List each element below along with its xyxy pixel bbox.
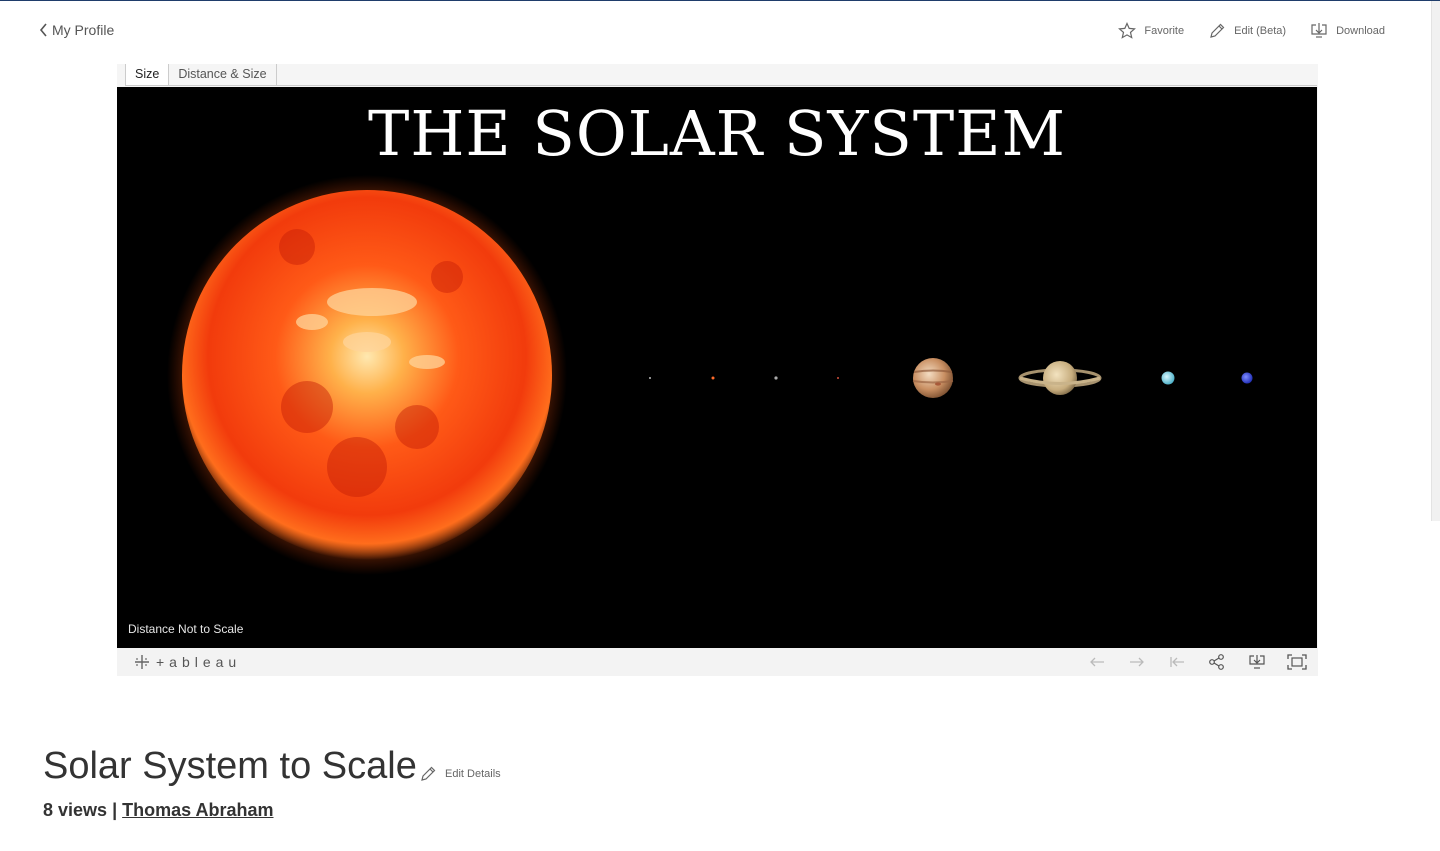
tab-size[interactable]: Size [125, 64, 170, 85]
tableau-wordmark: +ableau [156, 654, 242, 670]
favorite-label: Favorite [1144, 25, 1185, 37]
author-link[interactable]: Thomas Abraham [122, 800, 273, 820]
top-border [0, 0, 1440, 1]
edit-details-label: Edit Details [445, 768, 501, 780]
tableau-logo[interactable]: +ableau [134, 654, 241, 670]
tableau-toolbar: +ableau [117, 648, 1318, 676]
undo-button[interactable] [1086, 653, 1108, 671]
workbook-title: Solar System to Scale [43, 745, 417, 787]
view-count: 8 views [43, 800, 108, 820]
sun[interactable] [182, 190, 552, 560]
scrollbar[interactable] [1431, 1, 1440, 521]
download-button[interactable]: Download [1310, 22, 1385, 40]
download-icon [1249, 655, 1265, 669]
toolbar-buttons [1086, 653, 1308, 671]
distance-note: Distance Not to Scale [128, 622, 244, 636]
workbook-meta: 8 views | Thomas Abraham [43, 800, 274, 821]
neptune[interactable] [1241, 372, 1253, 384]
uranus[interactable] [1161, 371, 1175, 385]
solar-system-graphic [167, 175, 1253, 575]
download-label: Download [1336, 25, 1385, 37]
favorite-button[interactable]: Favorite [1118, 22, 1184, 40]
share-icon [1209, 654, 1224, 670]
mars[interactable] [711, 376, 715, 380]
fullscreen-icon [1287, 654, 1307, 670]
back-to-profile-link[interactable]: My Profile [38, 22, 114, 38]
jupiter[interactable] [912, 358, 954, 398]
share-button[interactable] [1206, 653, 1228, 671]
back-label: My Profile [52, 22, 115, 38]
venus[interactable] [774, 376, 778, 380]
workbook-actions: Favorite Edit (Beta) Download [1118, 22, 1385, 40]
edit-label: Edit (Beta) [1234, 25, 1287, 37]
arrow-right-icon [1130, 657, 1144, 667]
earth[interactable] [837, 377, 839, 379]
revert-icon [1170, 657, 1184, 667]
download-icon [1311, 23, 1327, 38]
download-viz-button[interactable] [1246, 653, 1268, 671]
star-icon [1118, 22, 1137, 39]
viz-container: Size Distance & Size THE SOLAR SYSTEM Di… [117, 64, 1318, 676]
tableau-cross-icon [135, 655, 149, 669]
mercury[interactable] [649, 377, 651, 379]
arrow-left-icon [1090, 657, 1104, 667]
edit-details-button[interactable]: Edit Details [419, 765, 501, 783]
meta-separator: | [112, 800, 118, 820]
revert-button[interactable] [1166, 653, 1188, 671]
fullscreen-button[interactable] [1286, 653, 1308, 671]
pencil-icon [1210, 23, 1225, 38]
tab-distance-size[interactable]: Distance & Size [169, 64, 277, 85]
viz-canvas[interactable]: THE SOLAR SYSTEM Distance Not to Scale [117, 87, 1317, 648]
pencil-icon [421, 766, 436, 781]
redo-button[interactable] [1126, 653, 1148, 671]
sheet-tabs: Size Distance & Size [125, 64, 1317, 86]
edit-button[interactable]: Edit (Beta) [1208, 22, 1286, 40]
chevron-left-icon [39, 23, 47, 37]
saturn[interactable] [1018, 361, 1102, 395]
